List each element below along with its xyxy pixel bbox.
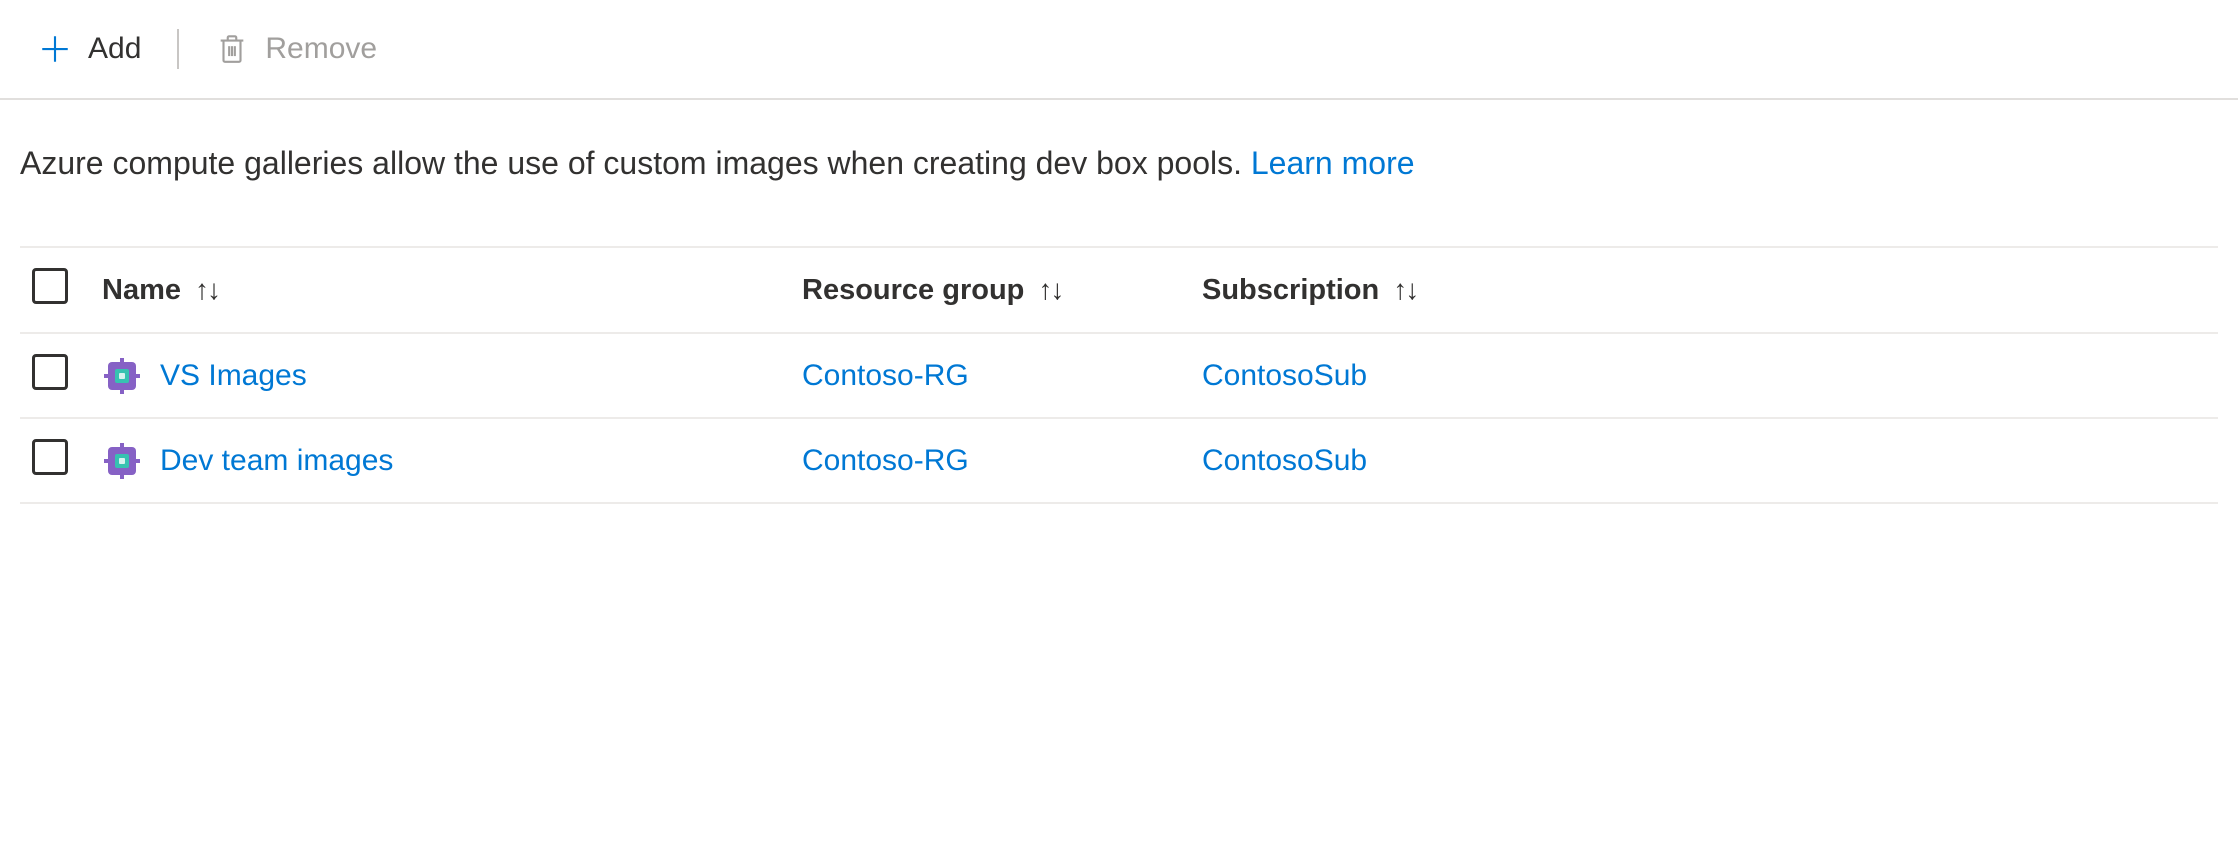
compute-gallery-icon <box>102 441 142 481</box>
resource-group-link[interactable]: Contoso-RG <box>802 359 969 392</box>
toolbar-separator <box>177 29 179 69</box>
learn-more-link[interactable]: Learn more <box>1251 145 1415 181</box>
column-header-subscription[interactable]: Subscription ↑↓ <box>1190 247 2218 333</box>
remove-button-label: Remove <box>265 32 377 66</box>
column-header-name[interactable]: Name ↑↓ <box>90 247 790 333</box>
row-checkbox[interactable] <box>32 439 68 475</box>
add-button-label: Add <box>88 32 141 66</box>
select-all-checkbox[interactable] <box>32 268 68 304</box>
sort-icon: ↑↓ <box>1038 274 1062 306</box>
sort-icon: ↑↓ <box>195 274 219 306</box>
subscription-link[interactable]: ContosoSub <box>1202 359 1367 392</box>
table-row: Dev team images Contoso-RG ContosoSub <box>20 418 2218 503</box>
trash-icon <box>215 32 249 66</box>
description-text: Azure compute galleries allow the use of… <box>0 100 2238 246</box>
add-button[interactable]: Add <box>30 28 149 70</box>
plus-icon <box>38 32 72 66</box>
subscription-link[interactable]: ContosoSub <box>1202 444 1367 477</box>
toolbar: Add Remove <box>0 0 2238 100</box>
resource-group-link[interactable]: Contoso-RG <box>802 444 969 477</box>
column-header-resource-group[interactable]: Resource group ↑↓ <box>790 247 1190 333</box>
gallery-name-link[interactable]: VS Images <box>160 359 307 393</box>
remove-button[interactable]: Remove <box>207 28 385 70</box>
row-checkbox[interactable] <box>32 354 68 390</box>
table-header-row: Name ↑↓ Resource group ↑↓ Subscription ↑… <box>20 247 2218 333</box>
galleries-table: Name ↑↓ Resource group ↑↓ Subscription ↑… <box>20 246 2218 504</box>
compute-gallery-icon <box>102 356 142 396</box>
table-row: VS Images Contoso-RG ContosoSub <box>20 333 2218 418</box>
gallery-name-link[interactable]: Dev team images <box>160 444 393 478</box>
sort-icon: ↑↓ <box>1393 274 1417 306</box>
